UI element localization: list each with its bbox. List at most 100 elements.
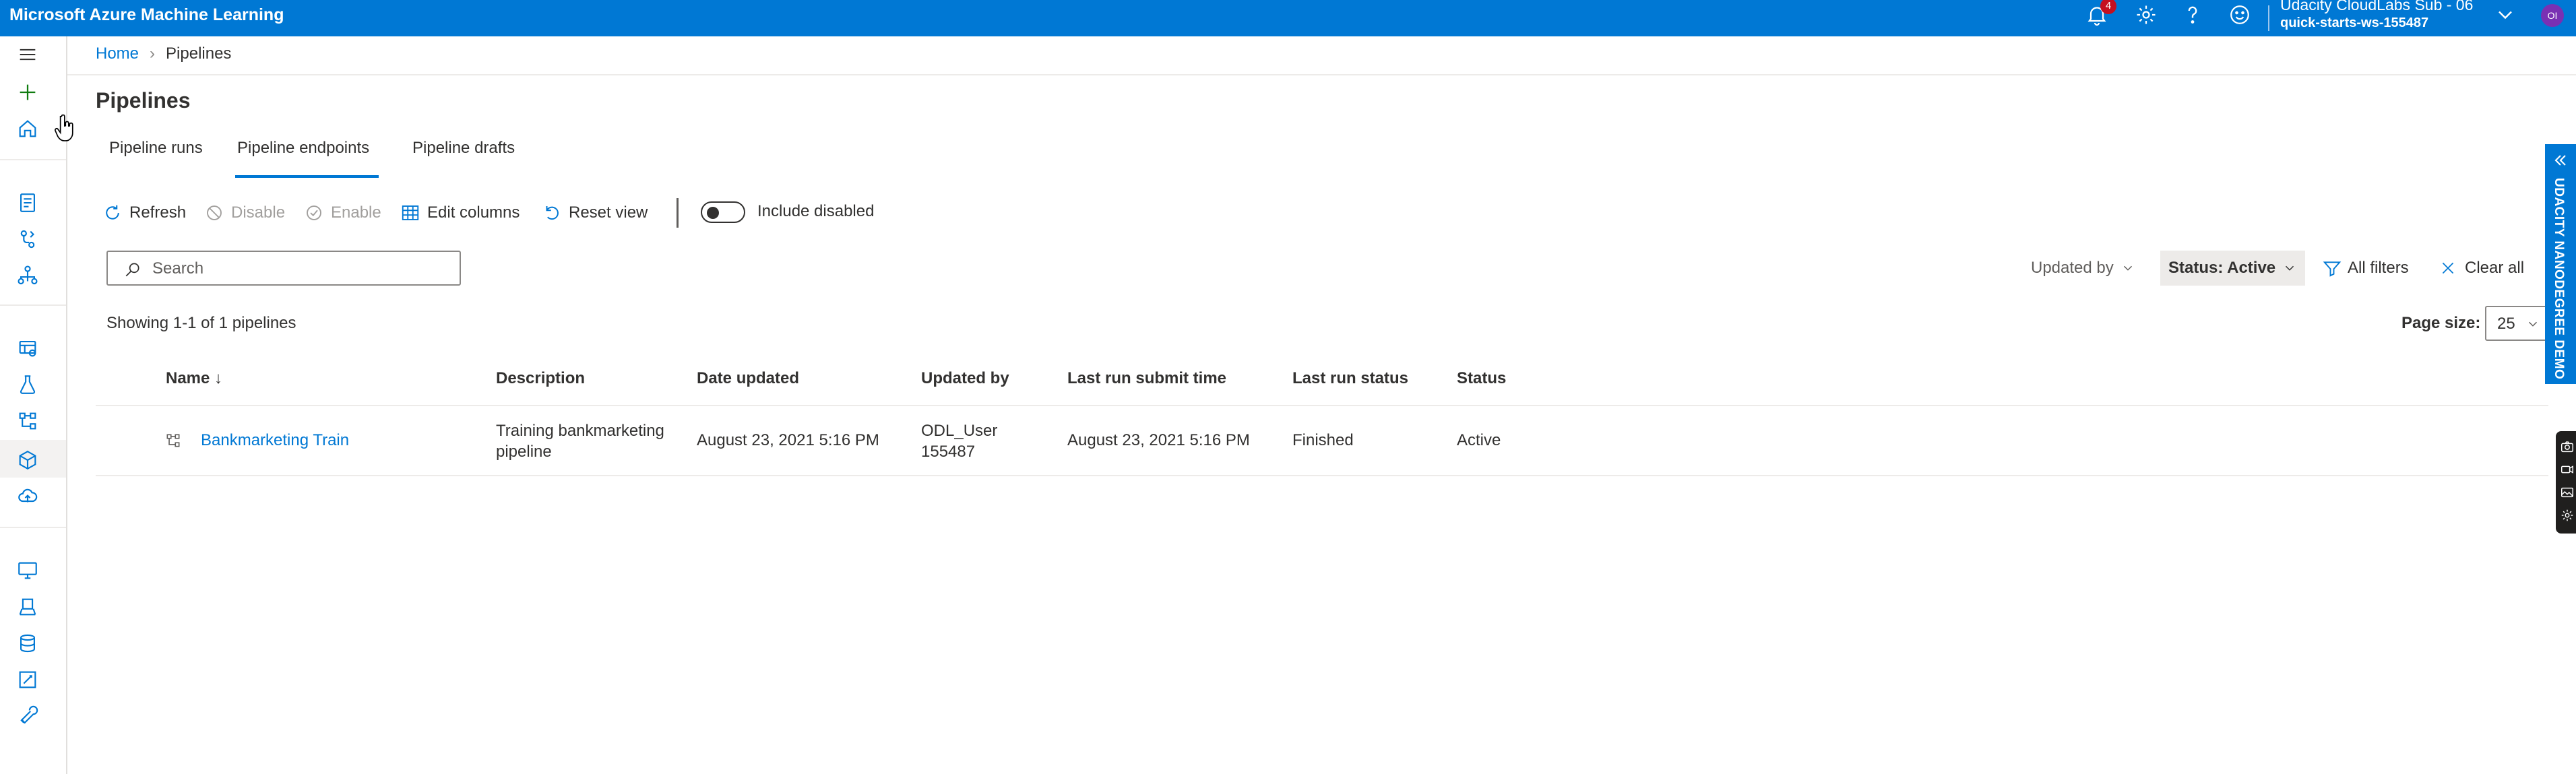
enable-button[interactable]: Enable [304,201,381,225]
pipeline-icon [166,434,180,447]
gear-icon[interactable] [2560,508,2575,523]
chevron-down-icon [2286,265,2294,271]
breadcrumb-separator: › [150,44,156,63]
help-icon[interactable] [2180,3,2205,27]
models-icon[interactable] [16,449,39,472]
cell-last-run-submit: August 23, 2021 5:16 PM [1067,431,1250,449]
tab-pipeline-drafts[interactable]: Pipeline drafts [412,139,515,158]
clear-all-label: Clear all [2465,259,2525,277]
breadcrumb-current: Pipelines [166,44,232,63]
datasets-icon[interactable] [16,337,39,360]
side-panel-label: UDACITY NANODEGREE DEMO [2552,178,2566,380]
compute-icon[interactable] [16,559,39,582]
search-input[interactable] [151,257,450,280]
pipelines-icon[interactable] [16,410,39,432]
column-header-name[interactable]: Name ↓ [166,369,222,388]
notification-badge: 4 [2100,0,2116,14]
plus-icon[interactable] [16,81,39,104]
status-filter-label: Status: Active [2168,259,2276,277]
pipeline-name-link[interactable]: Bankmarketing Train [201,430,349,451]
home-icon[interactable] [16,117,39,140]
updated-by-filter[interactable]: Updated by [2031,255,2135,282]
toggle-knob [707,207,719,219]
refresh-button[interactable]: Refresh [102,201,186,225]
chevron-down-icon [2528,321,2538,327]
table-header-divider [96,405,2548,406]
page-size-label: Page size: [2401,314,2481,332]
workspace-name[interactable]: quick-starts-ws-155487 [2280,15,2428,31]
designer-icon[interactable] [16,264,39,287]
camera-icon[interactable] [2560,439,2575,454]
column-header-last-run-status[interactable]: Last run status [1292,369,1408,388]
double-chevron-left-icon [2554,155,2566,166]
cell-date-updated: August 23, 2021 5:16 PM [697,431,879,449]
column-header-description[interactable]: Description [496,369,585,388]
rail-separator [0,304,66,306]
breadcrumb-home[interactable]: Home [96,44,139,63]
left-rail [0,36,67,774]
clear-all-button[interactable]: Clear all [2439,255,2524,282]
column-header-status[interactable]: Status [1457,369,1506,388]
toolbar-divider [677,198,679,228]
include-disabled-label: Include disabled [757,202,875,220]
column-header-date-updated[interactable]: Date updated [697,369,799,388]
feedback-icon[interactable] [2228,3,2252,27]
tab-active-indicator [235,175,379,178]
filter-icon [2323,261,2342,277]
page-size-value: 25 [2497,315,2515,333]
status-filter[interactable]: Status: Active [2160,251,2306,286]
reset-view-button[interactable]: Reset view [542,201,648,225]
include-disabled-toggle[interactable] [701,201,745,223]
column-header-last-run-submit[interactable]: Last run submit time [1067,369,1226,388]
all-filters-label: All filters [2348,259,2409,277]
linked-services-icon[interactable] [16,705,39,728]
row-divider [96,475,2548,476]
tab-pipeline-runs[interactable]: Pipeline runs [109,139,203,158]
enable-icon [307,205,321,220]
datastores-icon[interactable] [16,632,39,655]
disable-button[interactable]: Disable [204,201,285,225]
page-title: Pipelines [96,88,191,112]
recorder-toolbar [2556,431,2576,534]
results-count: Showing 1-1 of 1 pipelines [106,314,296,332]
all-filters-button[interactable]: All filters [2322,255,2409,282]
enable-label: Enable [331,203,381,222]
reset-icon [546,206,559,220]
image-icon[interactable] [2560,485,2575,500]
hand-cursor-icon [54,115,77,144]
cell-last-run-status: Finished [1292,431,1354,449]
disable-label: Disable [231,203,286,222]
edit-columns-button[interactable]: Edit columns [400,201,520,225]
breadcrumb: Home › Pipelines [96,44,231,63]
rail-separator [0,527,66,528]
cell-status: Active [1457,431,1501,449]
updated-by-label: Updated by [2031,259,2114,277]
rail-separator [0,159,66,160]
gear-icon[interactable] [2134,3,2158,27]
disable-icon [207,205,222,220]
page-size-dropdown[interactable]: 25 [2485,306,2547,341]
chevron-down-icon[interactable] [2493,3,2517,27]
app-title[interactable]: Microsoft Azure Machine Learning [9,0,284,30]
edit-columns-label: Edit columns [427,203,520,222]
experiments-icon[interactable] [16,373,39,396]
refresh-icon [106,205,119,220]
hamburger-icon[interactable] [16,43,39,66]
automl-icon[interactable] [16,228,39,251]
data-labeling-icon[interactable] [16,668,39,691]
video-icon[interactable] [2560,462,2575,477]
notebook-icon[interactable] [16,191,39,214]
environments-icon[interactable] [16,595,39,618]
search-icon [125,263,139,277]
cell-updated-by: ODL_User 155487 [921,422,998,461]
endpoints-icon[interactable] [16,485,39,508]
top-bar: Microsoft Azure Machine Learning 4 Udaci… [0,0,2576,36]
breadcrumb-divider [67,74,2576,75]
avatar[interactable]: OI [2541,4,2564,27]
tab-pipeline-endpoints[interactable]: Pipeline endpoints [237,139,369,158]
cell-description: Training bankmarketing pipeline [496,422,664,461]
account-name[interactable]: Udacity CloudLabs Sub - 06 [2280,0,2473,14]
column-header-updated-by[interactable]: Updated by [921,369,1009,388]
search-box[interactable] [106,251,461,286]
side-panel-tab[interactable]: UDACITY NANODEGREE DEMO [2545,144,2576,384]
